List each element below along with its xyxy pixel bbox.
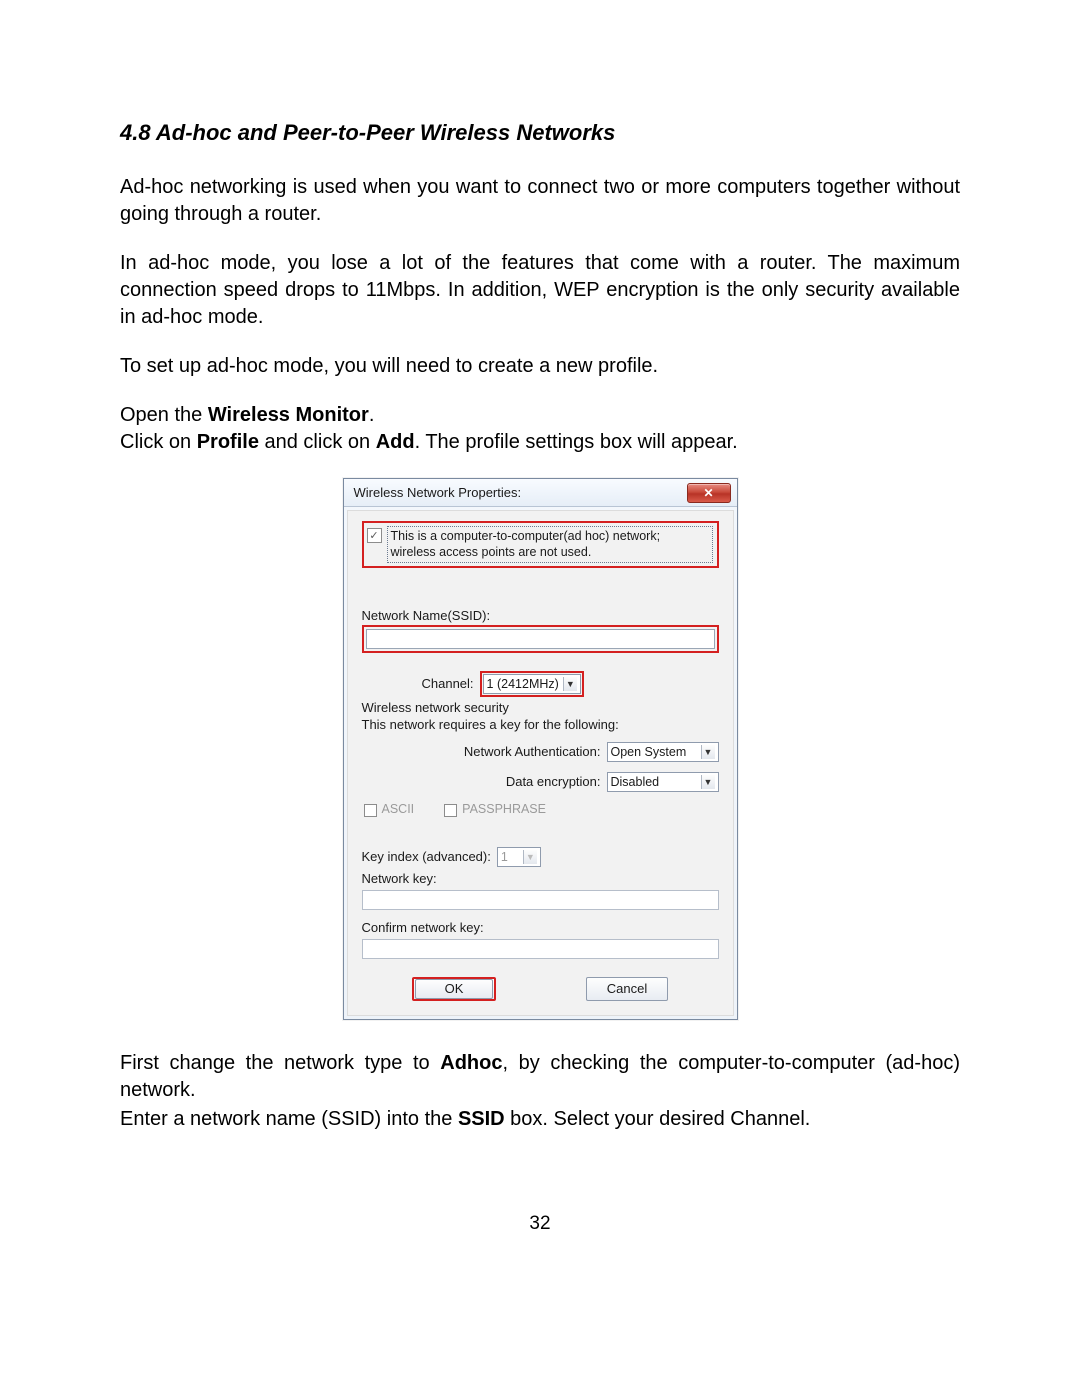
text-after1a: First change the network type to: [120, 1052, 440, 1074]
close-button[interactable]: ✕: [687, 483, 731, 503]
keyindex-dropdown[interactable]: 1 ▼: [497, 847, 541, 867]
encryption-label: Data encryption:: [506, 774, 601, 789]
page-number: 32: [120, 1213, 960, 1235]
passphrase-label: PASSPHRASE: [462, 802, 546, 816]
ssid-label: Network Name(SSID):: [362, 608, 719, 623]
chevron-down-icon: ▼: [563, 677, 577, 691]
text-profile: Profile: [197, 431, 259, 453]
open-instruction: Open the Wireless Monitor.: [120, 402, 960, 429]
passphrase-checkbox-row[interactable]: PASSPHRASE: [444, 802, 546, 817]
confirm-key-input[interactable]: [362, 939, 719, 959]
channel-value: 1 (2412MHz): [487, 677, 559, 691]
section-heading: 4.8 Ad-hoc and Peer-to-Peer Wireless Net…: [120, 120, 960, 146]
keyindex-label: Key index (advanced):: [362, 849, 491, 864]
auth-label: Network Authentication:: [464, 744, 601, 759]
ssid-input-highlight: [362, 625, 719, 653]
ascii-checkbox-row[interactable]: ASCII: [364, 802, 415, 817]
ok-button-highlight: OK: [412, 977, 496, 1001]
cancel-button[interactable]: Cancel: [586, 977, 668, 1001]
text-wireless-monitor: Wireless Monitor: [208, 404, 369, 426]
auth-value: Open System: [611, 745, 687, 759]
ok-button[interactable]: OK: [415, 979, 493, 999]
after-paragraph-1: First change the network type to Adhoc, …: [120, 1050, 960, 1104]
security-heading: Wireless network security: [362, 700, 719, 715]
adhoc-checkbox[interactable]: ✓: [367, 528, 382, 543]
channel-dropdown[interactable]: 1 (2412MHz) ▼: [483, 674, 581, 694]
wireless-properties-dialog: Wireless Network Properties: ✕ ✓ This is…: [343, 478, 738, 1020]
security-subtext: This network requires a key for the foll…: [362, 717, 719, 732]
text-adhoc-bold: Adhoc: [440, 1052, 502, 1074]
text-click-c: and click on: [259, 431, 376, 453]
adhoc-checkbox-group[interactable]: ✓ This is a computer-to-computer(ad hoc)…: [362, 521, 719, 568]
ascii-checkbox[interactable]: [364, 804, 377, 817]
text-click-d: . The profile settings box will appear.: [415, 431, 738, 453]
adhoc-checkbox-label: This is a computer-to-computer(ad hoc) n…: [387, 526, 713, 563]
channel-highlight: 1 (2412MHz) ▼: [480, 671, 584, 697]
auth-dropdown[interactable]: Open System ▼: [607, 742, 719, 762]
network-key-label: Network key:: [362, 871, 437, 886]
encryption-value: Disabled: [611, 775, 660, 789]
chevron-down-icon: ▼: [523, 850, 537, 864]
text-ssid-bold: SSID: [458, 1108, 505, 1130]
dialog-titlebar: Wireless Network Properties: ✕: [344, 479, 737, 507]
text-add: Add: [376, 431, 415, 453]
passphrase-checkbox[interactable]: [444, 804, 457, 817]
dialog-title: Wireless Network Properties:: [354, 485, 687, 500]
keyindex-value: 1: [501, 850, 508, 864]
paragraph-intro-1: Ad-hoc networking is used when you want …: [120, 174, 960, 228]
confirm-key-label: Confirm network key:: [362, 920, 484, 935]
after-paragraph-2: Enter a network name (SSID) into the SSI…: [120, 1106, 960, 1133]
paragraph-intro-2: In ad-hoc mode, you lose a lot of the fe…: [120, 250, 960, 331]
text-open-suffix: .: [369, 404, 375, 426]
encryption-dropdown[interactable]: Disabled ▼: [607, 772, 719, 792]
network-key-input[interactable]: [362, 890, 719, 910]
text-open-prefix: Open the: [120, 404, 208, 426]
chevron-down-icon: ▼: [701, 745, 715, 759]
text-after2a: Enter a network name (SSID) into the: [120, 1108, 458, 1130]
chevron-down-icon: ▼: [701, 775, 715, 789]
text-after2c: box. Select your desired Channel.: [505, 1108, 811, 1130]
close-icon: ✕: [703, 486, 713, 500]
click-instruction: Click on Profile and click on Add. The p…: [120, 429, 960, 456]
paragraph-intro-3: To set up ad-hoc mode, you will need to …: [120, 353, 960, 380]
ssid-input[interactable]: [366, 629, 715, 649]
ascii-label: ASCII: [382, 802, 415, 816]
channel-label: Channel:: [422, 676, 474, 691]
text-click-a: Click on: [120, 431, 197, 453]
